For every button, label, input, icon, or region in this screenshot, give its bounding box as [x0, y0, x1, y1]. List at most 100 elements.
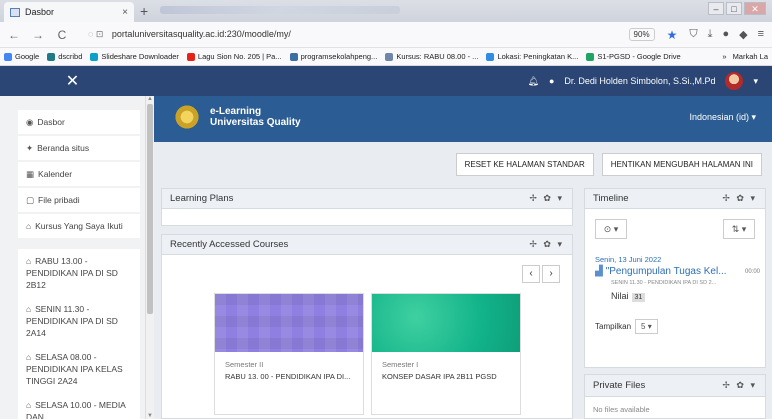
grade-badge: 31	[631, 293, 646, 302]
course-name[interactable]: RABU 13. 00 - PENDIDIKAN IPA DI...	[215, 372, 363, 381]
sidebar-item-label: SENIN 11.30 - PENDIDIKAN IPA DI SD 2A14	[26, 304, 118, 338]
user-menu-chevron-icon[interactable]: ▾	[753, 76, 758, 87]
university-logo-icon	[170, 105, 204, 129]
maximize-icon[interactable]: □	[726, 2, 742, 15]
site-banner: e-Learning Universitas Quality Indonesia…	[154, 96, 772, 142]
browser-toolbar: ← → C ◌ ⊡ portaluniversitasquality.ac.id…	[0, 22, 772, 48]
bookmark-item[interactable]: dscribd	[47, 52, 82, 61]
sidebar-item-label: File pribadi	[38, 195, 80, 205]
bookmark-favicon-icon	[186, 52, 195, 61]
event-name[interactable]: "Pengumpulan Tugas Kel...	[606, 266, 727, 277]
course-semester: Semester I	[382, 360, 419, 369]
course-card[interactable]: Semester II RABU 13. 00 - PENDIDIKAN IPA…	[214, 293, 364, 415]
sidebar-item[interactable]: ▦ Kalender	[18, 162, 140, 186]
logo-line-2: Universitas Quality	[210, 117, 301, 128]
bookmark-item[interactable]: S1-PGSD - Google Drive	[586, 52, 681, 61]
notification-bell-icon[interactable]: 🔔︎	[528, 76, 539, 87]
avatar[interactable]	[725, 72, 744, 90]
extension-icon[interactable]: ●	[722, 28, 729, 41]
course-image	[372, 294, 520, 352]
bookmark-star-icon[interactable]: ★	[667, 28, 678, 42]
stop-editing-button[interactable]: HENTIKAN MENGUBAH HALAMAN INI	[601, 153, 762, 176]
bookmark-favicon-icon	[4, 52, 12, 61]
sidebar-item[interactable]: ▢ File pribadi	[18, 188, 140, 212]
block-tools-icon[interactable]: ✢ ✿ ▾	[722, 380, 757, 391]
language-menu[interactable]: Indonesian (id) ▾	[689, 112, 756, 123]
sidebar-item-label: RABU 13.00 - PENDIDIKAN IPA DI SD 2B12	[26, 256, 118, 290]
bookmark-item[interactable]: programsekolahpeng...	[289, 52, 377, 61]
minimize-icon[interactable]: –	[708, 2, 724, 15]
bookmarks-bar: Google dscribd Slideshare Downloader Lagu S…	[0, 48, 772, 66]
course-image	[215, 294, 363, 352]
prev-page-icon[interactable]: ‹	[522, 265, 540, 283]
sidebar-item-label: SELASA 08.00 - PENDIDIKAN IPA KELAS TING…	[26, 352, 123, 386]
forward-icon[interactable]: →	[32, 28, 44, 42]
sidebar-item-icon: ⌂	[26, 304, 32, 314]
reset-page-button[interactable]: RESET KE HALAMAN STANDAR	[455, 153, 594, 176]
bookmarks-more-icon[interactable]: »	[722, 52, 726, 61]
sidebar-item[interactable]: ⌂ SELASA 10.00 - MEDIA DAN	[18, 393, 140, 419]
scroll-up-icon[interactable]: ▲	[147, 96, 153, 102]
private-files-block: Private Files ✢ ✿ ▾ No files available	[584, 374, 766, 419]
bookmark-item[interactable]: Google	[4, 52, 39, 61]
main-region: e-Learning Universitas Quality Indonesia…	[154, 96, 772, 419]
sidebar-item[interactable]: ⌂ Kursus Yang Saya Ikuti	[18, 214, 140, 238]
timeline-sort-dropdown[interactable]: ⇅ ▾	[723, 219, 755, 239]
bookmark-favicon-icon	[586, 52, 595, 61]
sidebar-item-icon: ⌂	[26, 400, 32, 410]
block-tools-icon[interactable]: ✢ ✿ ▾	[722, 193, 757, 204]
page-size-dropdown[interactable]: 5 ▾	[635, 319, 658, 334]
timeline-page-size: Tampilkan 5 ▾	[595, 319, 658, 334]
zoom-level[interactable]: 90%	[628, 28, 655, 41]
bookmark-item[interactable]: Lagu Sion No. 205 | Pa...	[186, 52, 282, 61]
sidebar-item[interactable]: ⌂ RABU 13.00 - PENDIDIKAN IPA DI SD 2B12	[18, 249, 140, 297]
course-name[interactable]: KONSEP DASAR IPA 2B11 PGSD	[372, 372, 520, 381]
block-title: Learning Plans	[170, 193, 234, 204]
other-bookmarks-folder[interactable]: Markah La	[733, 52, 768, 61]
sidebar-item[interactable]: ✦ Beranda situs	[18, 136, 140, 160]
page-edit-buttons: RESET KE HALAMAN STANDAR HENTIKAN MENGUB…	[455, 153, 762, 176]
event-time: 00:00	[744, 268, 760, 275]
block-tools-icon[interactable]: ✢ ✿ ▾	[529, 239, 564, 250]
bookmark-item[interactable]: Slideshare Downloader	[90, 52, 179, 61]
bookmark-favicon-icon	[486, 52, 495, 61]
bookmark-item[interactable]: Kursus: RABU 08.00 - ...	[385, 52, 478, 61]
reload-icon[interactable]: C	[56, 28, 68, 42]
sidebar-item[interactable]: ⌂ SELASA 08.00 - PENDIDIKAN IPA KELAS TIN…	[18, 345, 140, 393]
close-tab-icon[interactable]: ×	[122, 7, 128, 18]
sidebar-item-icon: ◉	[26, 117, 34, 127]
site-logo[interactable]: e-Learning Universitas Quality	[170, 105, 301, 129]
browser-tab[interactable]: Dasbor ×	[4, 2, 134, 22]
download-icon[interactable]: ⤓	[708, 28, 713, 41]
timeline-filter-dropdown[interactable]: ⊙ ▾	[595, 219, 627, 239]
user-name[interactable]: Dr. Dedi Holden Simbolon, S.Si.,M.Pd	[564, 76, 715, 86]
bookmark-favicon-icon	[289, 52, 298, 61]
messages-icon[interactable]: ●	[549, 76, 554, 86]
block-title: Private Files	[593, 380, 646, 391]
next-page-icon[interactable]: ›	[542, 265, 560, 283]
sidebar-item[interactable]: ⌂ SENIN 11.30 - PENDIDIKAN IPA DI SD 2A14	[18, 297, 140, 345]
tab-title: Dasbor	[25, 7, 55, 17]
course-card[interactable]: Semester I KONSEP DASAR IPA 2B11 PGSD	[371, 293, 521, 415]
block-title: Recently Accessed Courses	[170, 239, 289, 250]
drawer-scroll-thumb[interactable]	[147, 104, 153, 314]
timeline-event[interactable]: ▟ "Pengumpulan Tugas Kel... 00:00	[595, 266, 760, 277]
menu-icon[interactable]: ≡	[758, 28, 764, 41]
drawer-scrollbar[interactable]: ▲ ▼	[145, 96, 154, 419]
pocket-icon[interactable]: ⛉	[689, 28, 697, 41]
bookmark-favicon-icon	[90, 52, 99, 61]
window-close-icon[interactable]: ✕	[744, 2, 766, 15]
address-bar[interactable]: ◌ ⊡ portaluniversitasquality.ac.id:230/m…	[88, 29, 617, 40]
extension2-icon[interactable]: ◆	[739, 28, 747, 41]
back-icon[interactable]: ←	[8, 28, 20, 42]
sidebar-item-label: SELASA 10.00 - MEDIA DAN	[26, 400, 126, 419]
sidebar-item[interactable]: ◉ Dasbor	[18, 110, 140, 134]
sidebar-item-icon: ✦	[26, 143, 34, 153]
sidebar-item-icon: ▦	[26, 169, 35, 179]
scroll-down-icon[interactable]: ▼	[147, 413, 153, 419]
url-text: portaluniversitasquality.ac.id:230/moodl…	[111, 29, 291, 39]
close-drawer-icon[interactable]: ✕	[0, 71, 145, 91]
bookmark-item[interactable]: Lokasi: Peningkatan K...	[486, 52, 578, 61]
block-tools-icon[interactable]: ✢ ✿ ▾	[529, 193, 564, 204]
new-tab-button[interactable]: +	[140, 3, 148, 19]
